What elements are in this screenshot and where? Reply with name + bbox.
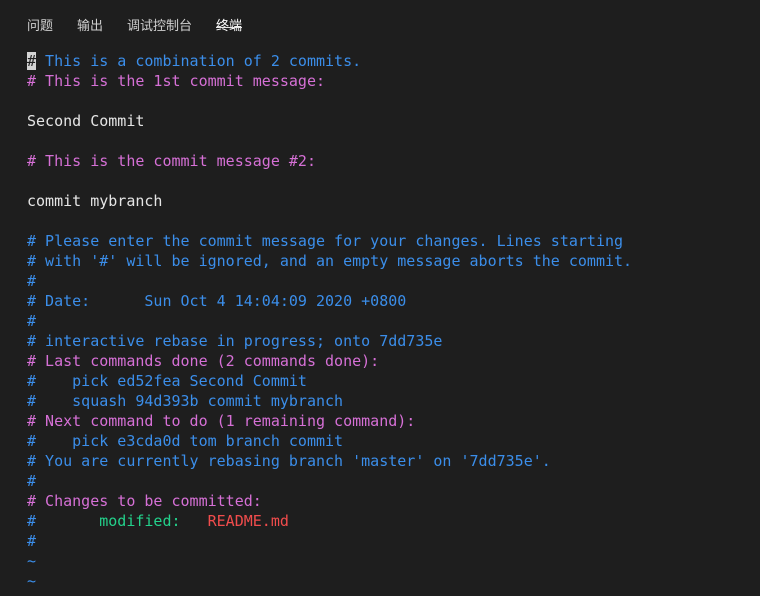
terminal-line: # Last commands done (2 commands done): [27,352,380,370]
tab-output[interactable]: 输出 [77,0,103,34]
terminal-line: # pick e3cda0d tom branch commit [27,432,344,450]
terminal-line: # with '#' will be ignored, and an empty… [27,252,633,270]
terminal-panel: 问题 输出 调试控制台 终端 # This is a combination o… [0,0,760,596]
tab-terminal[interactable]: 终端 [216,0,243,34]
terminal-line: # This is the commit message #2: [27,152,316,170]
terminal-line: # [27,472,37,490]
terminal-line: # Please enter the commit message for yo… [27,232,624,250]
terminal-line: # Date: Sun Oct 4 14:04:09 2020 +0800 [27,292,407,310]
terminal-line: # [27,272,37,290]
terminal-line: # Next command to do (1 remaining comman… [27,412,416,430]
terminal-line: # You are currently rebasing branch 'mas… [27,452,551,470]
comment-hash: # [27,512,37,530]
terminal-output[interactable]: # This is a combination of 2 commits. # … [27,51,760,591]
terminal-line: # [27,312,37,330]
tab-debug-console[interactable]: 调试控制台 [127,0,192,34]
terminal-line: # pick ed52fea Second Commit [27,372,307,390]
terminal-line: # This is the 1st commit message: [27,72,326,90]
change-status: modified: [99,512,181,530]
terminal-line: # squash 94d393b commit mybranch [27,392,344,410]
terminal-line: commit mybranch [27,192,163,210]
terminal-line: # modified: README.md [27,511,760,531]
terminal-line: # interactive rebase in progress; onto 7… [27,332,443,350]
text-cursor: # [27,52,37,70]
empty-line-tilde: ~ [27,552,37,570]
changed-file: README.md [207,512,289,530]
terminal-line: # Changes to be committed: [27,492,262,510]
empty-line-tilde: ~ [27,572,37,590]
terminal-line: # [27,532,37,550]
terminal-line-text: This is a combination of 2 commits. [36,52,362,70]
panel-tab-bar: 问题 输出 调试控制台 终端 [0,0,760,44]
terminal-line: # This is a combination of 2 commits. [27,51,760,71]
tab-problems[interactable]: 问题 [27,0,53,34]
terminal-line: Second Commit [27,112,145,130]
